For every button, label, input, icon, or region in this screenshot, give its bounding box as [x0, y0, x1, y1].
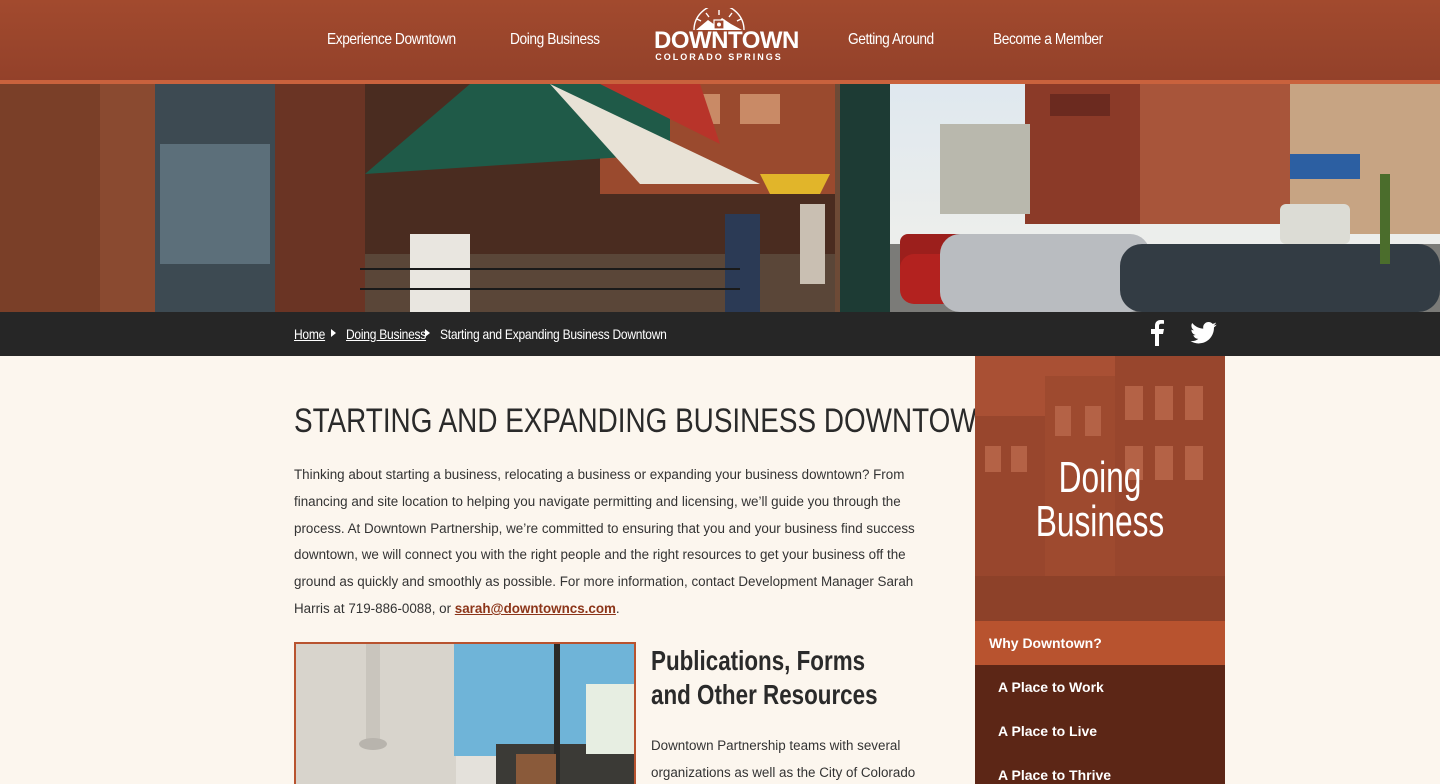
sidebar-title-line2: Business: [1035, 497, 1165, 546]
breadcrumb: [0, 312, 1440, 356]
breadcrumb-arrow-icon: [425, 329, 430, 337]
breadcrumb-home-link[interactable]: Home: [294, 326, 325, 342]
section-title: Publications, Forms and Other Resources: [651, 645, 878, 710]
street-scene-image: [0, 84, 1440, 312]
sidebar-item-why-downtown[interactable]: Why Downtown?: [975, 621, 1225, 665]
nav-getting-around[interactable]: Getting Around: [848, 31, 934, 49]
nav-experience-downtown[interactable]: Experience Downtown: [327, 31, 456, 49]
sidebar-title: Doing Business: [1010, 456, 1190, 544]
sidebar-item-label: Why Downtown?: [989, 635, 1102, 651]
section-text: Downtown Partnership teams with several …: [651, 738, 916, 780]
nav-doing-business[interactable]: Doing Business: [510, 31, 600, 49]
sidebar-item-place-to-work[interactable]: A Place to Work: [975, 665, 1225, 709]
sidebar-item-place-to-live[interactable]: A Place to Live: [975, 709, 1225, 753]
top-navigation: Experience Downtown Doing Business DOWNT…: [0, 0, 1440, 84]
page-title: STARTING AND EXPANDING BUSINESS DOWNTOWN: [294, 402, 997, 440]
sidebar-title-line1: Doing: [1058, 453, 1142, 502]
logo-title: DOWNTOWN: [654, 27, 799, 54]
logo-subtitle: COLORADO SPRINGS: [655, 52, 783, 62]
sidebar-item-place-to-thrive[interactable]: A Place to Thrive: [975, 753, 1225, 784]
nav-become-member[interactable]: Become a Member: [993, 31, 1103, 49]
sidebar-banner: Doing Business: [975, 356, 1225, 621]
facebook-icon[interactable]: [1149, 320, 1165, 351]
sidebar-item-label: A Place to Live: [998, 723, 1098, 739]
breadcrumb-doing-business-link[interactable]: Doing Business: [346, 326, 426, 342]
intro-paragraph: Thinking about starting a business, relo…: [294, 462, 939, 623]
intro-end: .: [615, 600, 620, 616]
hero-street-photo: [0, 84, 1440, 312]
email-link[interactable]: sarah@downtowncs.com: [455, 601, 616, 616]
sidebar-nav: Why Downtown? A Place to Work A Place to…: [975, 621, 1225, 784]
sidebar-item-label: A Place to Work: [998, 679, 1104, 695]
site-logo[interactable]: DOWNTOWN COLORADO SPRINGS: [654, 8, 799, 72]
intro-text: Thinking about starting a business, relo…: [294, 467, 915, 616]
interior-photo: [294, 642, 636, 784]
breadcrumb-arrow-icon: [331, 329, 336, 337]
sidebar-item-label: A Place to Thrive: [998, 767, 1112, 783]
breadcrumb-current: Starting and Expanding Business Downtown: [440, 326, 667, 342]
twitter-icon[interactable]: [1190, 322, 1217, 349]
